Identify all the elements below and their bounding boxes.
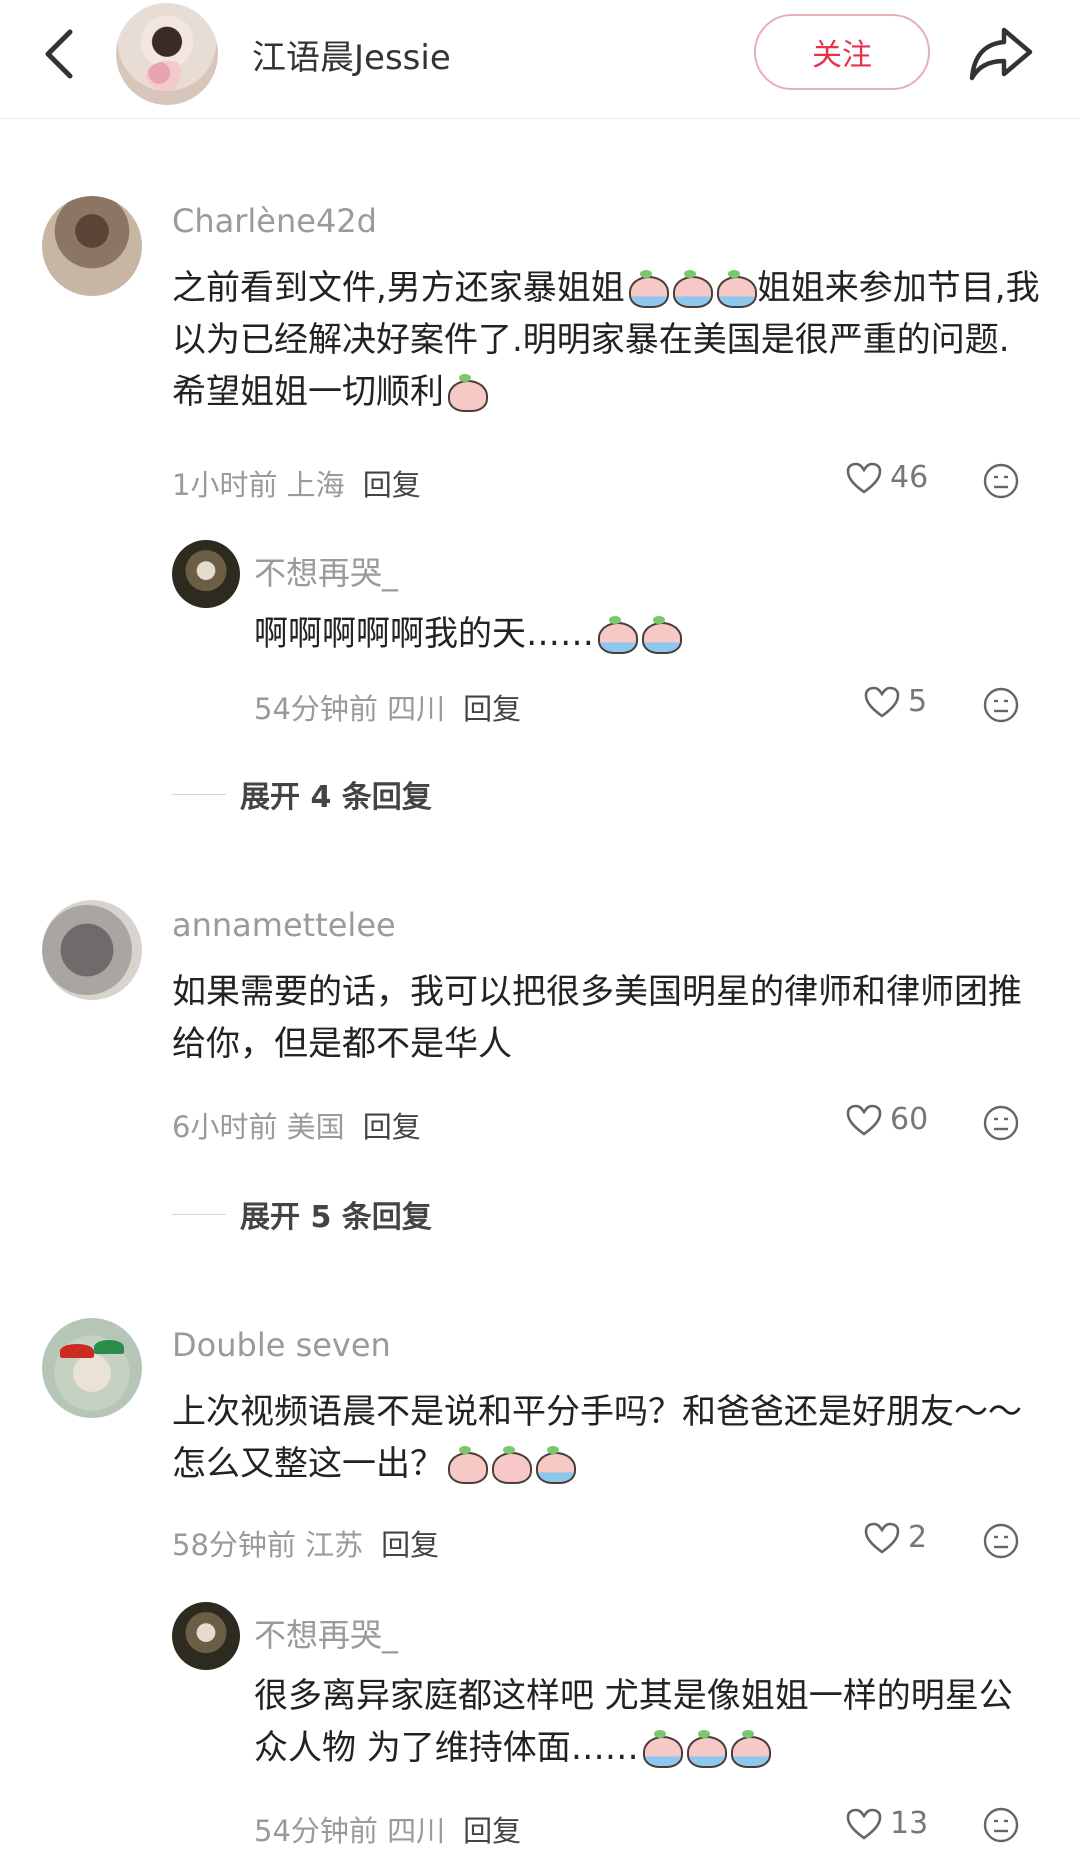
reply-text: 很多离异家庭都这样吧 尤其是像姐姐一样的明星公众人物 为了维持体面…… [254,1676,1013,1770]
avatar[interactable] [42,900,142,1000]
comment-username[interactable]: Double seven [172,1326,391,1364]
dislike-face-icon[interactable] [982,1104,1020,1142]
avatar-decoration [94,1340,124,1354]
reply-button[interactable]: 回复 [463,1814,521,1848]
expand-replies-button[interactable]: 展开 4 条回复 [172,772,432,816]
avatar[interactable] [42,196,142,296]
comment-meta: 6小时前 美国 回复 [172,1110,421,1144]
comment-text: 之前看到文件,男方还家暴姐姐 姐姐来参加节目,我以为已经解决好案件了.明明家暴在美… [172,268,1040,414]
heart-outline-icon [846,1808,882,1840]
like-count: 2 [908,1520,928,1555]
peach-emoji-icon [489,1445,532,1486]
avatar-decoration [60,1344,94,1358]
comment-meta: 58分钟前 江苏 回复 [172,1528,440,1562]
like-count: 46 [890,460,929,495]
like-count: 60 [890,1102,929,1137]
dislike-face-icon[interactable] [982,1806,1020,1844]
dislike-face-icon[interactable] [982,462,1020,500]
heart-outline-icon [864,686,900,718]
reply-text: 啊啊啊啊啊我的天…… [254,608,1034,660]
like-button[interactable]: 2 [864,1520,927,1555]
crying-peach-emoji-icon [639,615,682,656]
peach-emoji-icon [445,1445,488,1486]
follow-button[interactable]: 关注 [754,14,930,90]
comment-username[interactable]: Charlène42d [172,202,377,240]
comment-username[interactable]: annamettelee [172,906,396,944]
crying-peach-emoji-icon [728,1729,771,1770]
crying-peach-emoji-icon [626,269,669,310]
comment-text: 如果需要的话，我可以把很多美国明星的律师和律师团推给你，但是都不是华人 [172,972,1022,1064]
heart-outline-icon [846,1104,882,1136]
like-count: 5 [908,684,928,719]
reply-button[interactable]: 回复 [381,1528,439,1562]
avatar[interactable] [42,1318,142,1418]
like-button[interactable]: 5 [864,684,927,719]
reply-meta: 54分钟前 四川 回复 [254,692,522,726]
reply-username[interactable]: 不想再哭_ [254,548,398,594]
profile-avatar[interactable] [116,3,218,105]
top-bar: 江语晨Jessie 关注 [0,0,1080,119]
heart-outline-icon [846,462,882,494]
crying-peach-emoji-icon [714,269,757,310]
comment-text: 上次视频语晨不是说和平分手吗？和爸爸还是好朋友～～怎么又整这一出？ [172,1392,1022,1486]
divider [172,793,226,795]
divider [172,1213,226,1215]
crying-peach-emoji-icon [684,1729,727,1770]
like-count: 13 [890,1806,929,1841]
crying-peach-emoji-icon [595,615,638,656]
avatar[interactable] [172,540,240,608]
reply-button[interactable]: 回复 [463,692,521,726]
crying-peach-emoji-icon [640,1729,683,1770]
dislike-face-icon[interactable] [982,686,1020,724]
like-button[interactable]: 13 [846,1806,928,1841]
heart-outline-icon [864,1522,900,1554]
dislike-face-icon[interactable] [982,1522,1020,1560]
like-button[interactable]: 60 [846,1102,928,1137]
reply-button[interactable]: 回复 [363,1110,421,1144]
chevron-left-icon[interactable] [34,24,86,84]
crying-peach-emoji-icon [670,269,713,310]
peach-emoji-icon [445,373,488,414]
reply-meta: 54分钟前 四川 回复 [254,1814,522,1848]
crying-peach-emoji-icon [533,1445,576,1486]
reply-button[interactable]: 回复 [363,468,421,502]
expand-replies-button[interactable]: 展开 5 条回复 [172,1192,432,1236]
avatar[interactable] [172,1602,240,1670]
reply-username[interactable]: 不想再哭_ [254,1610,398,1656]
comment-meta: 1小时前 上海 回复 [172,468,421,502]
share-arrow-icon[interactable] [966,20,1036,86]
like-button[interactable]: 46 [846,460,928,495]
profile-name: 江语晨Jessie [252,38,451,78]
